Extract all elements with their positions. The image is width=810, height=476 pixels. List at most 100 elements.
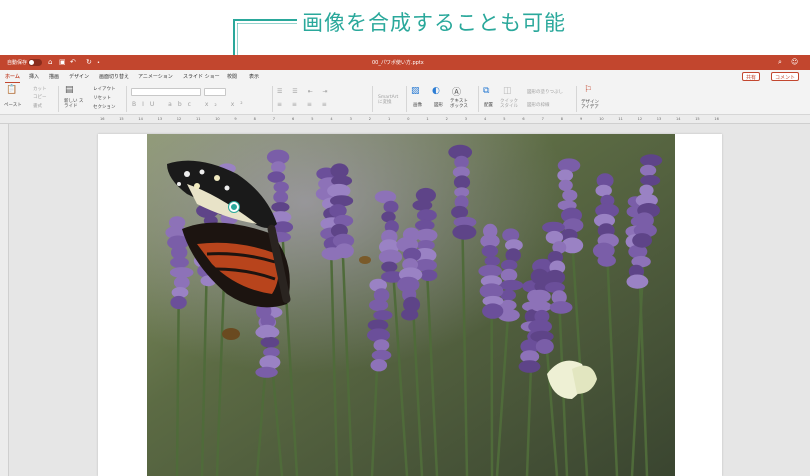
clipboard-icon[interactable]: 📋 xyxy=(6,85,17,95)
lavender-floret xyxy=(173,276,190,289)
image-button[interactable]: 画像 xyxy=(413,102,422,108)
smiley-icon[interactable]: ☺ xyxy=(791,58,798,66)
redo-icon[interactable]: ↻ xyxy=(86,58,92,66)
lavender-floret xyxy=(170,257,189,268)
ribbon-separator xyxy=(576,86,577,112)
ruler-tick: 1 xyxy=(426,117,429,121)
ruler-tick: 10 xyxy=(215,117,220,121)
section-button[interactable]: セクション xyxy=(93,104,116,110)
horizontal-ruler: 16 15 14 13 12 11 10 9 8 7 6 5 4 3 2 1 0 1 2 3 4 5 6 7 8 9 10 11 12 1… xyxy=(0,115,810,124)
ruler-tick: 8 xyxy=(253,117,256,121)
align-buttons[interactable]: ≡ ≡ ≡ ≡ xyxy=(277,101,331,108)
lavender-floret xyxy=(369,299,389,312)
font-name-field[interactable] xyxy=(131,88,201,96)
smartart-button[interactable]: SmartArt に変換 xyxy=(378,95,404,105)
tab-slideshow[interactable]: スライド ショー xyxy=(183,73,220,80)
paste-label[interactable]: ペースト xyxy=(4,102,22,108)
format-button[interactable]: 書式 xyxy=(33,103,42,109)
shape-fill-button[interactable]: 図形の塗りつぶし xyxy=(527,89,563,95)
lavender-floret xyxy=(271,202,290,213)
ruler-tick: 3 xyxy=(349,117,352,121)
ruler-tick: 9 xyxy=(234,117,237,121)
quick-style-icon[interactable]: ◫ xyxy=(503,86,512,96)
lavender-photo[interactable] xyxy=(147,134,675,476)
lavender-floret xyxy=(597,254,616,267)
layout-button[interactable]: レイアウト xyxy=(93,86,116,92)
comment-button[interactable]: コメント xyxy=(771,72,800,81)
image-icon[interactable]: ▨ xyxy=(411,86,420,96)
lavender-floret xyxy=(632,233,652,248)
ruler-tick: 10 xyxy=(599,117,604,121)
quick-style-button[interactable]: クイック スタイル xyxy=(500,99,522,109)
search-icon[interactable]: ⌕ xyxy=(778,58,782,67)
autosave-toggle[interactable] xyxy=(28,59,42,66)
ruler-tick: 14 xyxy=(676,117,681,121)
tab-transitions[interactable]: 画面切り替え xyxy=(99,73,129,80)
new-slide-icon[interactable]: ▤ xyxy=(65,85,74,95)
lavender-floret xyxy=(558,179,573,192)
shape-outline-button[interactable]: 図形の枠線 xyxy=(527,102,550,108)
save-icon[interactable]: ▣ xyxy=(59,58,66,66)
lavender-floret xyxy=(481,245,499,258)
ruler-tick: 11 xyxy=(618,117,623,121)
ruler-tick: 12 xyxy=(176,117,182,121)
lavender-floret xyxy=(370,359,388,372)
bee xyxy=(222,328,240,340)
ruler-tick: 5 xyxy=(311,117,314,121)
ruler-tick: 1 xyxy=(388,117,391,121)
title-bar: 自動保存 ⌂ ▣ ↶ ↻ • 00_パワポ使い方.pptx ⌕ ☺ xyxy=(0,55,810,70)
bee xyxy=(359,256,371,264)
textbox-button[interactable]: テキスト ボックス xyxy=(450,99,472,109)
lavender-floret xyxy=(499,279,524,291)
list-buttons[interactable]: ☰ ☰ ⇤ ⇥ xyxy=(277,88,332,95)
reset-button[interactable]: リセット xyxy=(93,95,111,101)
designer-icon[interactable]: ⚐ xyxy=(584,85,592,95)
screenshot-root: 画像を合成することも可能 自動保存 ⌂ ▣ ↶ ↻ • 00_パワポ使い方.pp… xyxy=(0,0,810,476)
new-slide-label[interactable]: 新しい スライド xyxy=(64,99,84,109)
shape-button[interactable]: 図形 xyxy=(434,102,443,108)
font-format-buttons[interactable]: BIU abc x₂ x² xyxy=(132,101,249,108)
lavender-floret xyxy=(451,205,469,219)
designer-button[interactable]: デザイン アイデア xyxy=(581,100,603,110)
cut-button[interactable]: カット xyxy=(33,86,47,92)
tab-animations[interactable]: アニメーション xyxy=(138,73,173,80)
shape-icon[interactable]: ◐ xyxy=(432,86,440,96)
copy-button[interactable]: コピー xyxy=(33,94,47,100)
tab-review[interactable]: 校閲 xyxy=(227,73,237,80)
tab-insert[interactable]: 挿入 xyxy=(29,73,39,80)
ruler-tick: 4 xyxy=(330,117,333,121)
share-button[interactable]: 共有 xyxy=(742,72,761,81)
lavender-floret xyxy=(640,175,661,186)
ruler-tick: 12 xyxy=(637,117,643,121)
arrange-icon[interactable]: ⧉ xyxy=(483,86,489,96)
tab-view[interactable]: 表示 xyxy=(249,73,259,80)
lavender-floret xyxy=(373,310,393,321)
lavender-floret xyxy=(334,243,354,259)
ruler-tick: 9 xyxy=(580,117,583,121)
tab-home[interactable]: ホーム xyxy=(5,73,20,80)
ribbon-separator xyxy=(372,86,373,112)
more-icon[interactable]: • xyxy=(97,60,100,66)
arrange-button[interactable]: 配置 xyxy=(484,102,493,108)
lavender-floret xyxy=(640,154,663,167)
home-icon[interactable]: ⌂ xyxy=(48,58,52,66)
lavender-floret xyxy=(562,189,578,202)
share-label: 共有 xyxy=(746,75,757,81)
textbox-icon[interactable]: Ⓐ xyxy=(452,85,461,98)
lavender-floret xyxy=(170,295,187,310)
lavender-floret xyxy=(549,301,573,314)
ruler-tick: 11 xyxy=(196,117,201,121)
lavender-floret xyxy=(255,366,278,378)
ribbon-tabs: ホーム 挿入 描画 デザイン 画面切り替え アニメーション スライド ショー 校… xyxy=(0,70,810,83)
ruler-tick: 0 xyxy=(407,117,410,121)
lavender-floret xyxy=(500,268,518,282)
ruler-tick: 2 xyxy=(445,117,448,121)
lavender-floret xyxy=(373,339,390,352)
ruler-tick: 16 xyxy=(714,117,719,121)
ribbon-separator xyxy=(406,86,407,112)
font-size-field[interactable] xyxy=(204,88,226,96)
tab-design[interactable]: デザイン xyxy=(69,73,89,80)
tab-draw[interactable]: 描画 xyxy=(49,73,59,80)
undo-icon[interactable]: ↶ xyxy=(70,58,76,66)
vertical-ruler xyxy=(0,124,9,476)
